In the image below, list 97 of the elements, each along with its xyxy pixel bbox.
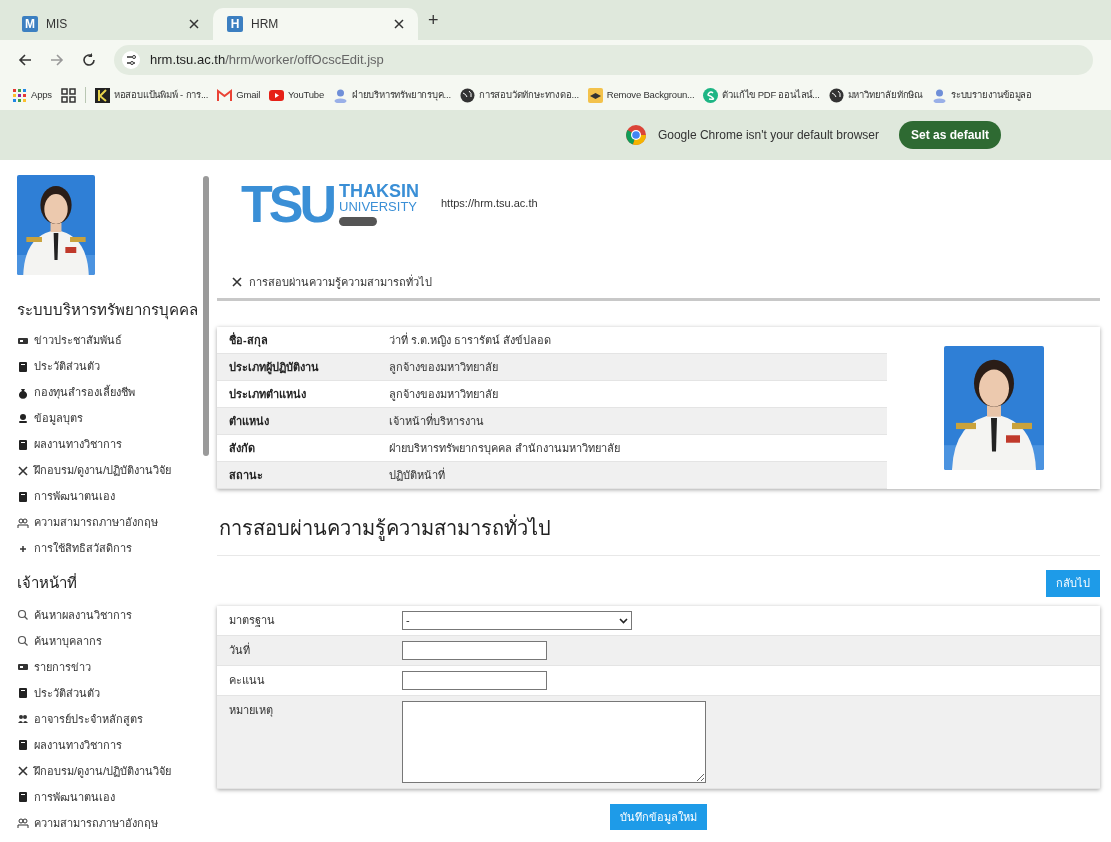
bookmark[interactable]: ฝ่ายบริหารทรัพยากรบุค...: [333, 87, 451, 103]
search-icon: [17, 609, 29, 621]
globe-icon: [828, 87, 844, 103]
field-label: ประเภทตำแหน่ง: [228, 386, 307, 402]
tab-title: MIS: [46, 16, 69, 33]
sidebar-item[interactable]: กองทุนสำรองเลี้ยงชีพ: [17, 379, 200, 406]
bookmark[interactable]: YouTube: [269, 87, 324, 103]
infobar-message: Google Chrome isn't your default browser: [657, 127, 879, 144]
apps-icon: [12, 87, 27, 103]
address-bar[interactable]: hrm.tsu.ac.th/hrm/worker/offOcscEdit.jsp: [114, 45, 1093, 75]
scrollbar-thumb[interactable]: [203, 176, 209, 456]
page-title: การสอบผ่านความรู้ความสามารถทั่วไป: [217, 513, 1100, 543]
people-icon: [17, 516, 29, 529]
sidebar-item[interactable]: การพัฒนาตนเอง: [17, 784, 200, 810]
breadcrumb: การสอบผ่านความรู้ความสามารถทั่วไป: [249, 273, 432, 291]
person-icon: [932, 87, 947, 103]
site-settings-icon: [122, 51, 140, 69]
person-icon: [333, 87, 348, 103]
forward-arrow-icon: [50, 53, 64, 67]
book-icon: [17, 739, 29, 751]
sidebar-item[interactable]: ค้นหาบุคลากร: [17, 628, 200, 654]
input-field[interactable]: [402, 671, 547, 690]
bookmark[interactable]: หอสอบแป้นพิมพ์ - การ...: [94, 87, 209, 103]
book-icon: [17, 791, 29, 803]
field-value: เจ้าหน้าที่บริหารงาน: [389, 412, 484, 429]
k-favicon-icon: [94, 87, 110, 103]
globe-icon: [459, 87, 475, 103]
input-field[interactable]: [402, 641, 547, 660]
sidebar-item[interactable]: ฝึกอบรม/ดูงาน/ปฏิบัติงานวิจัย: [17, 758, 200, 784]
book-icon: [17, 360, 29, 373]
tab-favicon: M: [22, 16, 38, 32]
sidebar-item[interactable]: ค้นหาผลงานวิชาการ: [17, 602, 200, 628]
tab-title: HRM: [251, 16, 280, 33]
bookmark[interactable]: Apps: [12, 87, 52, 103]
field-label: วันที่: [228, 641, 251, 658]
text-area[interactable]: [402, 701, 706, 783]
sidebar-heading: ระบบบริหารทรัพยากรบุคคล: [17, 300, 199, 322]
sidebar-item[interactable]: ความสามารถภาษาอังกฤษ: [17, 509, 200, 536]
field-value: ลูกจ้างของมหาวิทยาลัย: [389, 359, 498, 376]
field-label: ตำแหน่ง: [228, 413, 270, 429]
book-icon: [17, 490, 29, 503]
people-icon: [17, 713, 29, 725]
field-value: ฝ่ายบริหารทรัพยากรบุคคล สำนักงานมหาวิทยาลัย: [389, 440, 621, 457]
field-label: สังกัด: [228, 440, 256, 456]
sidebar-item[interactable]: ประวัติส่วนตัว: [17, 353, 200, 380]
play-icon: [269, 87, 285, 103]
bookmark[interactable]: ตัวแก้ไข PDF ออนไลน์...: [703, 87, 820, 103]
field-value: ปฏิบัติหน้าที่: [389, 466, 445, 483]
tab-favicon: H: [227, 16, 243, 32]
field-value: ว่าที่ ร.ต.หญิง ธารารัตน์ สังข์ปลอด: [389, 331, 552, 349]
bookmark[interactable]: Gmail: [217, 87, 261, 103]
mail-icon: [217, 87, 233, 103]
book-icon: [17, 687, 29, 699]
field-label: ชื่อ-สกุล: [228, 331, 269, 349]
bookmark[interactable]: Remove Backgroun...: [587, 87, 695, 103]
field-value: ลูกจ้างของมหาวิทยาลัย: [389, 386, 498, 403]
browser-tab[interactable]: H HRM: [213, 8, 418, 40]
site-url: https://hrm.tsu.ac.th: [441, 196, 538, 212]
sidebar-item[interactable]: ความสามารถภาษาอังกฤษ: [17, 810, 200, 836]
layers-icon: [587, 87, 603, 103]
field-label: มาตรฐาน: [228, 613, 276, 629]
sidebar-item[interactable]: ผลงานทางวิชาการ: [17, 732, 200, 758]
people-icon: [17, 817, 29, 829]
select-field[interactable]: -: [402, 611, 632, 630]
money-bag-icon: [17, 386, 29, 399]
field-label: หมายเหตุ: [228, 703, 274, 719]
news-icon: [17, 661, 29, 673]
back-arrow-icon: [18, 53, 32, 67]
browser-logo-icon: [625, 125, 646, 145]
bookmark[interactable]: มหาวิทยาลัยทักษิณ: [828, 87, 923, 103]
close-icon: [394, 19, 404, 29]
sidebar-item[interactable]: อาจารย์ประจำหลักสูตร: [17, 706, 200, 732]
set-default-button[interactable]: Set as default: [898, 121, 1001, 149]
sidebar-item[interactable]: ประวัติส่วนตัว: [17, 680, 200, 706]
book-icon: [17, 438, 29, 451]
browser-tab[interactable]: M MIS: [8, 8, 213, 40]
sidebar-heading: เจ้าหน้าที่: [17, 572, 78, 593]
sidebar-item[interactable]: รายการข่าว: [17, 654, 200, 680]
sidebar-item[interactable]: การพัฒนาตนเอง: [17, 483, 200, 510]
sidebar-item[interactable]: การใช้สิทธิสวัสดิการ: [17, 535, 200, 562]
new-tab-button[interactable]: +: [428, 7, 439, 34]
search-icon: [17, 635, 29, 647]
close-icon: [189, 19, 199, 29]
reload-icon: [82, 53, 96, 67]
url-text: hrm.tsu.ac.th/hrm/worker/offOcscEdit.jsp: [150, 51, 384, 70]
sidebar-item[interactable]: ข้อมูลบุตร: [17, 405, 200, 432]
sidebar-item[interactable]: ฝึกอบรม/ดูงาน/ปฏิบัติงานวิจัย: [17, 457, 200, 484]
bookmark[interactable]: การสอบวัดทักษะทางดอ...: [459, 87, 579, 103]
chevron-down-icon: [619, 617, 628, 624]
field-label: ประเภทผู้ปฏิบัติงาน: [228, 359, 320, 376]
sidebar-item[interactable]: ผลงานทางวิชาการ: [17, 431, 200, 458]
bookmark[interactable]: ระบบรายงานข้อมูลอ: [932, 87, 1032, 103]
field-label: คะแนน: [228, 673, 266, 688]
grid-icon[interactable]: [60, 87, 76, 103]
sidebar-item[interactable]: ข่าวประชาสัมพันธ์: [17, 327, 200, 354]
s-logo-icon: [703, 87, 719, 103]
field-label: สถานะ: [228, 467, 264, 483]
